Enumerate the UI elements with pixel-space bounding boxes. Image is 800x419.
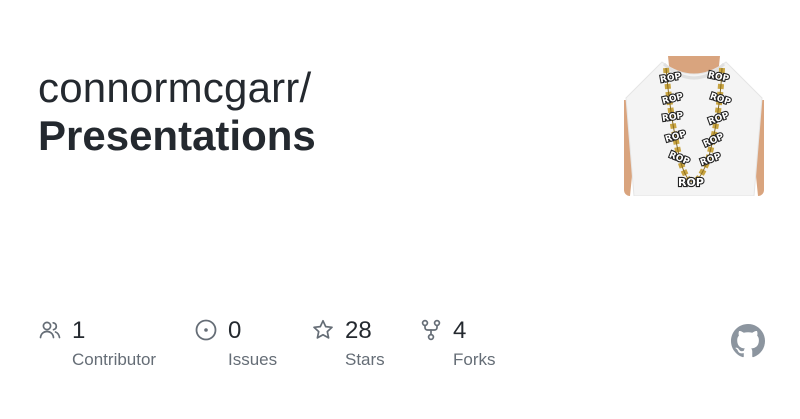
forks-count: 4: [453, 317, 467, 344]
people-icon: [38, 318, 62, 342]
issues-label: Issues: [228, 350, 278, 369]
rop-label: ROP: [678, 176, 704, 189]
stars-label: Stars: [345, 350, 385, 369]
github-logo-icon[interactable]: [731, 324, 765, 358]
repo-name[interactable]: Presentations: [38, 112, 316, 160]
issues-count: 0: [228, 317, 242, 344]
stars-count: 28: [345, 317, 372, 344]
forks-label: Forks: [453, 350, 496, 369]
issue-opened-icon: [194, 318, 218, 342]
repo-owner[interactable]: connormcgarr/: [38, 64, 311, 112]
repo-forked-icon: [419, 318, 443, 342]
star-icon: [311, 318, 335, 342]
contributors-count: 1: [72, 317, 86, 344]
avatar-image: ROP ROP ROP ROP ROP ROP ROP ROP ROP ROP …: [624, 56, 764, 196]
contributors-label: Contributor: [72, 350, 157, 369]
avatar[interactable]: ROP ROP ROP ROP ROP ROP ROP ROP ROP ROP …: [624, 56, 764, 196]
